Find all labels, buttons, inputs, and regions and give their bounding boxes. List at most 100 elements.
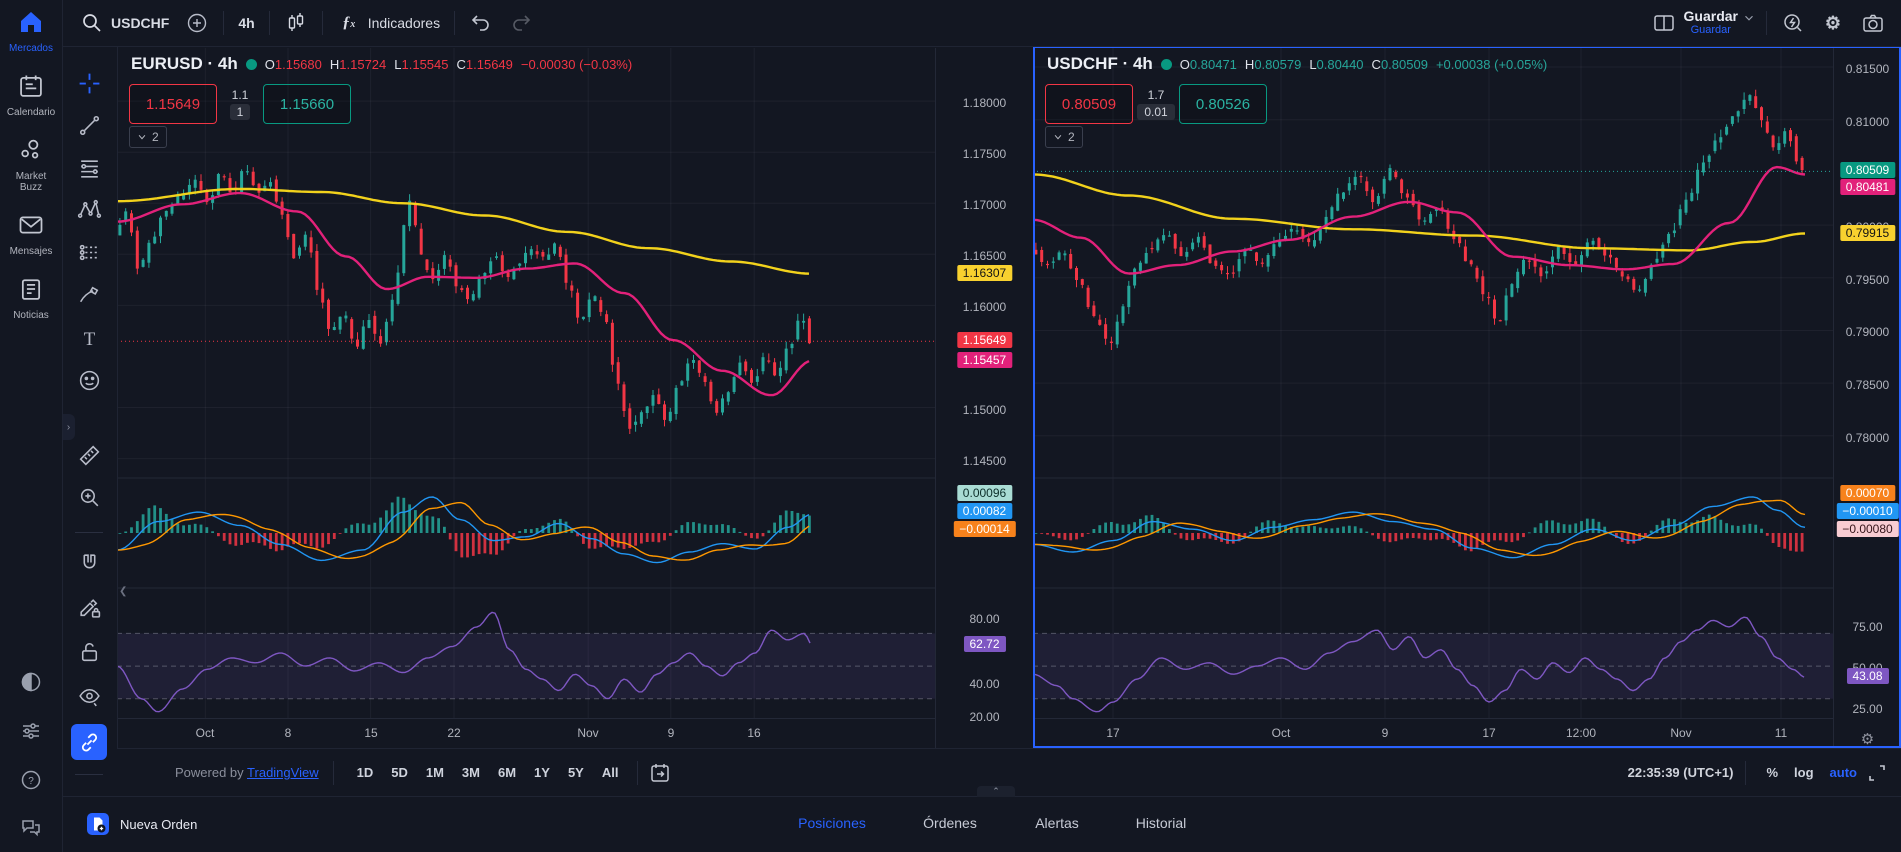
sidebar-item-mercados[interactable]: Mercados: [0, 8, 62, 54]
price-badge: 0.80481: [1839, 179, 1896, 195]
crosshair-tool[interactable]: [71, 65, 107, 101]
sell-button[interactable]: 0.80509: [1045, 84, 1133, 124]
range-3m-button[interactable]: 3M: [462, 765, 480, 780]
help-button[interactable]: ?: [0, 768, 62, 797]
range-1y-button[interactable]: 1Y: [534, 765, 550, 780]
price-badge: 1.15649: [956, 332, 1013, 348]
chat-button[interactable]: [0, 816, 62, 845]
tab-historial[interactable]: Historial: [1136, 815, 1187, 831]
range-all-button[interactable]: All: [602, 765, 619, 780]
redo-button[interactable]: [501, 6, 541, 40]
xabcd-pattern-tool[interactable]: [71, 192, 107, 228]
compare-add-button[interactable]: [177, 6, 217, 40]
tradingview-link[interactable]: TradingView: [247, 765, 319, 780]
indicators-button[interactable]: ƒx Indicadores: [329, 6, 448, 40]
chart-panel-usdchf: 0.815000.810000.800000.795000.790000.785…: [1033, 46, 1901, 748]
chart-legend[interactable]: EURUSD · 4h O1.15680 H1.15724 L1.15545 C1.15…: [131, 54, 632, 74]
price-badge: 0.80509: [1839, 162, 1896, 178]
drawing-toolbar: › T: [62, 46, 118, 852]
sliders-icon: [23, 723, 39, 739]
drawing-lock-tool[interactable]: [71, 589, 107, 625]
lock-all-tool[interactable]: [71, 634, 107, 670]
projection-tool[interactable]: [71, 234, 107, 270]
object-tree-toggle[interactable]: 2: [129, 126, 167, 148]
time-axis[interactable]: 17 Oct 9 17 12:00 Nov 11: [1033, 718, 1833, 749]
quick-search-button[interactable]: [1773, 6, 1813, 40]
tab-ordenes[interactable]: Órdenes: [923, 815, 977, 831]
price-badge: 1.15457: [956, 352, 1013, 368]
zoom-in-tool[interactable]: [71, 479, 107, 515]
tab-posiciones[interactable]: Posiciones: [798, 815, 866, 831]
auto-scale-button[interactable]: auto: [1830, 765, 1857, 780]
fib-retracement-tool[interactable]: [71, 150, 107, 186]
buy-button[interactable]: 0.80526: [1179, 84, 1267, 124]
chart-legend[interactable]: USDCHF · 4h O0.80471 H0.80579 L0.80440 C0.80…: [1047, 54, 1547, 74]
preferences-button[interactable]: [0, 718, 62, 747]
tab-alertas[interactable]: Alertas: [1035, 815, 1079, 831]
symbol-search-button[interactable]: USDCHF: [72, 6, 177, 40]
clock-label[interactable]: 22:35:39 (UTC+1): [1628, 765, 1734, 780]
percent-scale-button[interactable]: %: [1766, 765, 1778, 780]
sync-drawings-tool[interactable]: [71, 724, 107, 760]
undo-button[interactable]: [461, 6, 501, 40]
pane-scroll-chevron[interactable]: ❮: [119, 586, 127, 597]
log-scale-button[interactable]: log: [1794, 765, 1814, 780]
range-1m-button[interactable]: 1M: [426, 765, 444, 780]
powered-by-label: Powered by TradingView: [175, 765, 319, 780]
new-order-button[interactable]: Nueva Orden: [86, 812, 197, 836]
time-tick: 16: [747, 726, 761, 740]
save-sub-label: Guardar: [1690, 24, 1731, 36]
pencil-lock-icon: [77, 595, 102, 620]
price-tick: 1.16000: [962, 300, 1007, 314]
range-5y-button[interactable]: 5Y: [568, 765, 584, 780]
axis-settings-gear-icon[interactable]: ⚙: [1861, 730, 1874, 748]
save-button[interactable]: Guardar Guardar: [1684, 9, 1738, 37]
price-chart-usdchf[interactable]: [1033, 48, 1833, 718]
theme-toggle[interactable]: [0, 670, 62, 699]
news-icon: [17, 275, 45, 303]
price-tick: 0.79000: [1845, 325, 1890, 339]
screenshot-button[interactable]: [1853, 6, 1893, 40]
goto-date-icon[interactable]: [648, 761, 672, 785]
price-chart-eurusd[interactable]: [117, 48, 935, 718]
ruler-tool[interactable]: [71, 437, 107, 473]
range-6m-button[interactable]: 6M: [498, 765, 516, 780]
price-axis[interactable]: 0.815000.810000.800000.795000.790000.785…: [1833, 48, 1901, 748]
chevron-down-icon: [1742, 11, 1756, 35]
sidebar-item-market-buzz[interactable]: Market Buzz: [0, 136, 62, 193]
magnet-tool[interactable]: [71, 545, 107, 581]
interval-label: 4h: [238, 15, 255, 31]
brush-tool[interactable]: [71, 277, 107, 313]
settings-button[interactable]: ⚙: [1813, 6, 1853, 40]
sidebar-label: Calendario: [6, 107, 56, 118]
price-tick: 1.14500: [962, 454, 1007, 468]
range-5d-button[interactable]: 5D: [391, 765, 408, 780]
layout-button[interactable]: [1644, 6, 1684, 40]
maximize-icon[interactable]: [1865, 761, 1889, 785]
rsi-tick: 40.00: [969, 677, 1000, 691]
sidebar-item-noticias[interactable]: Noticias: [0, 275, 62, 321]
price-axis[interactable]: 1.18000 1.17500 1.17000 1.16500 1.16000 1.150…: [935, 48, 1033, 748]
sidebar-item-calendario[interactable]: Calendario: [0, 72, 62, 118]
save-menu-button[interactable]: [1738, 6, 1760, 40]
toolbar-expander[interactable]: ›: [62, 414, 75, 440]
sell-button[interactable]: 1.15649: [129, 84, 217, 124]
object-tree-toggle[interactable]: 2: [1045, 126, 1083, 148]
left-nav: Mercados Calendario Market Buzz Mensajes…: [0, 0, 63, 852]
buy-button[interactable]: 1.15660: [263, 84, 351, 124]
eye-icon: [77, 684, 102, 709]
sidebar-item-mensajes[interactable]: Mensajes: [0, 211, 62, 257]
fib-retracement-icon: [77, 156, 102, 181]
text-tool-tool[interactable]: T: [71, 320, 107, 356]
trend-line-tool[interactable]: [71, 107, 107, 143]
range-1d-button[interactable]: 1D: [357, 765, 374, 780]
interval-button[interactable]: 4h: [230, 6, 262, 40]
panel-collapse-handle[interactable]: ⌃: [977, 786, 1015, 797]
rsi-badge: 43.08: [1846, 668, 1889, 684]
time-tick: 9: [1381, 726, 1389, 740]
hide-drawings-tool[interactable]: [71, 678, 107, 714]
chart-style-button[interactable]: [276, 6, 316, 40]
time-axis[interactable]: Oct 8 15 22 Nov 9 16: [117, 718, 935, 749]
indicator-badge: −0.00010: [1836, 503, 1899, 519]
emoji-tool[interactable]: [71, 362, 107, 398]
